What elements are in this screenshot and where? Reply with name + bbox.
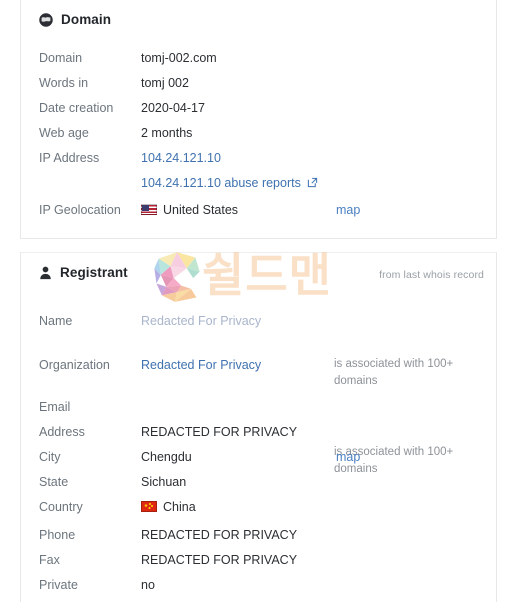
row-label-address: Address <box>39 424 85 439</box>
row-value-fax: REDACTED FOR PRIVACY <box>141 552 298 567</box>
row-value-private: no <box>141 577 155 592</box>
table-row: Address REDACTED FOR PRIVACY <box>21 419 496 444</box>
row-label-web-age: Web age <box>39 125 89 140</box>
table-row: State Sichuan <box>21 469 496 494</box>
row-label-state: State <box>39 474 69 489</box>
table-row: Web age 2 months <box>21 120 496 145</box>
row-value-domain: tomj-002.com <box>141 50 217 65</box>
row-label-name: Name <box>39 313 73 328</box>
row-label-fax: Fax <box>39 552 60 567</box>
domain-card-title: Domain <box>61 12 112 27</box>
table-row: Domain tomj-002.com <box>21 45 496 70</box>
table-row: Organization Redacted For Privacy is ass… <box>21 352 496 476</box>
globe-icon <box>39 12 53 27</box>
row-label-country: Country <box>39 499 83 514</box>
row-label-ip-address: IP Address <box>39 150 100 165</box>
domain-card-header: Domain <box>39 12 111 27</box>
row-value-words-in: tomj 002 <box>141 75 189 90</box>
table-row: Email <box>21 394 496 419</box>
row-label-organization: Organization <box>39 357 110 372</box>
abuse-reports-link[interactable]: 104.24.121.10 abuse reports <box>141 176 318 190</box>
table-row: Date creation 2020-04-17 <box>21 95 496 120</box>
ip-address-link[interactable]: 104.24.121.10 <box>141 151 221 165</box>
row-value-web-age: 2 months <box>141 125 193 140</box>
row-label-words-in: Words in <box>39 75 89 90</box>
registrant-card-title: Registrant <box>60 265 128 280</box>
table-row: IP Geolocation United States map <box>21 197 496 222</box>
row-value-state: Sichuan <box>141 474 187 489</box>
whois-source-note: from last whois record <box>379 269 484 281</box>
registrant-organization-link[interactable]: Redacted For Privacy <box>141 358 261 372</box>
domain-card: Domain Domain tomj-002.com Words in tomj… <box>20 0 497 239</box>
row-label-phone: Phone <box>39 527 76 542</box>
abuse-reports-label: 104.24.121.10 abuse reports <box>141 175 301 190</box>
table-row: Phone REDACTED FOR PRIVACY <box>21 522 496 547</box>
table-row: City Chengdu map <box>21 444 496 469</box>
table-row: IP Address 104.24.121.10 <box>21 145 496 170</box>
row-value-date-creation: 2020-04-17 <box>141 100 205 115</box>
row-value-address: REDACTED FOR PRIVACY <box>141 424 298 439</box>
row-label-domain: Domain <box>39 50 83 65</box>
row-label-ip-geolocation: IP Geolocation <box>39 202 121 217</box>
registrant-name-link[interactable]: Redacted For Privacy <box>141 314 261 328</box>
row-label-date-creation: Date creation <box>39 100 114 115</box>
table-row: Words in tomj 002 <box>21 70 496 95</box>
us-flag-icon <box>141 204 157 215</box>
ip-geolocation-country: United States <box>163 202 239 217</box>
row-value-ip-geolocation: United States <box>141 203 238 217</box>
row-label-city: City <box>39 449 61 464</box>
table-row: Country China <box>21 494 496 519</box>
table-row: Fax REDACTED FOR PRIVACY <box>21 547 496 572</box>
country-name: China <box>163 499 196 514</box>
map-link-city[interactable]: map <box>336 450 360 464</box>
user-icon <box>39 266 52 280</box>
registrant-card-header: Registrant <box>39 265 128 280</box>
table-row: 104.24.121.10 abuse reports <box>21 170 496 195</box>
row-value-country: China <box>141 500 196 514</box>
map-link-geolocation[interactable]: map <box>336 203 360 217</box>
row-value-phone: REDACTED FOR PRIVACY <box>141 527 298 542</box>
row-value-city: Chengdu <box>141 449 192 464</box>
row-label-email: Email <box>39 399 71 414</box>
table-row: Name Redacted For Privacy is associated … <box>21 308 496 388</box>
whois-report-page: Domain Domain tomj-002.com Words in tomj… <box>0 0 510 602</box>
row-label-private: Private <box>39 577 78 592</box>
table-row: Private no <box>21 572 496 597</box>
cn-flag-icon <box>141 501 157 512</box>
external-link-icon <box>307 177 318 188</box>
registrant-card: Registrant from last whois record Name R… <box>20 252 497 602</box>
